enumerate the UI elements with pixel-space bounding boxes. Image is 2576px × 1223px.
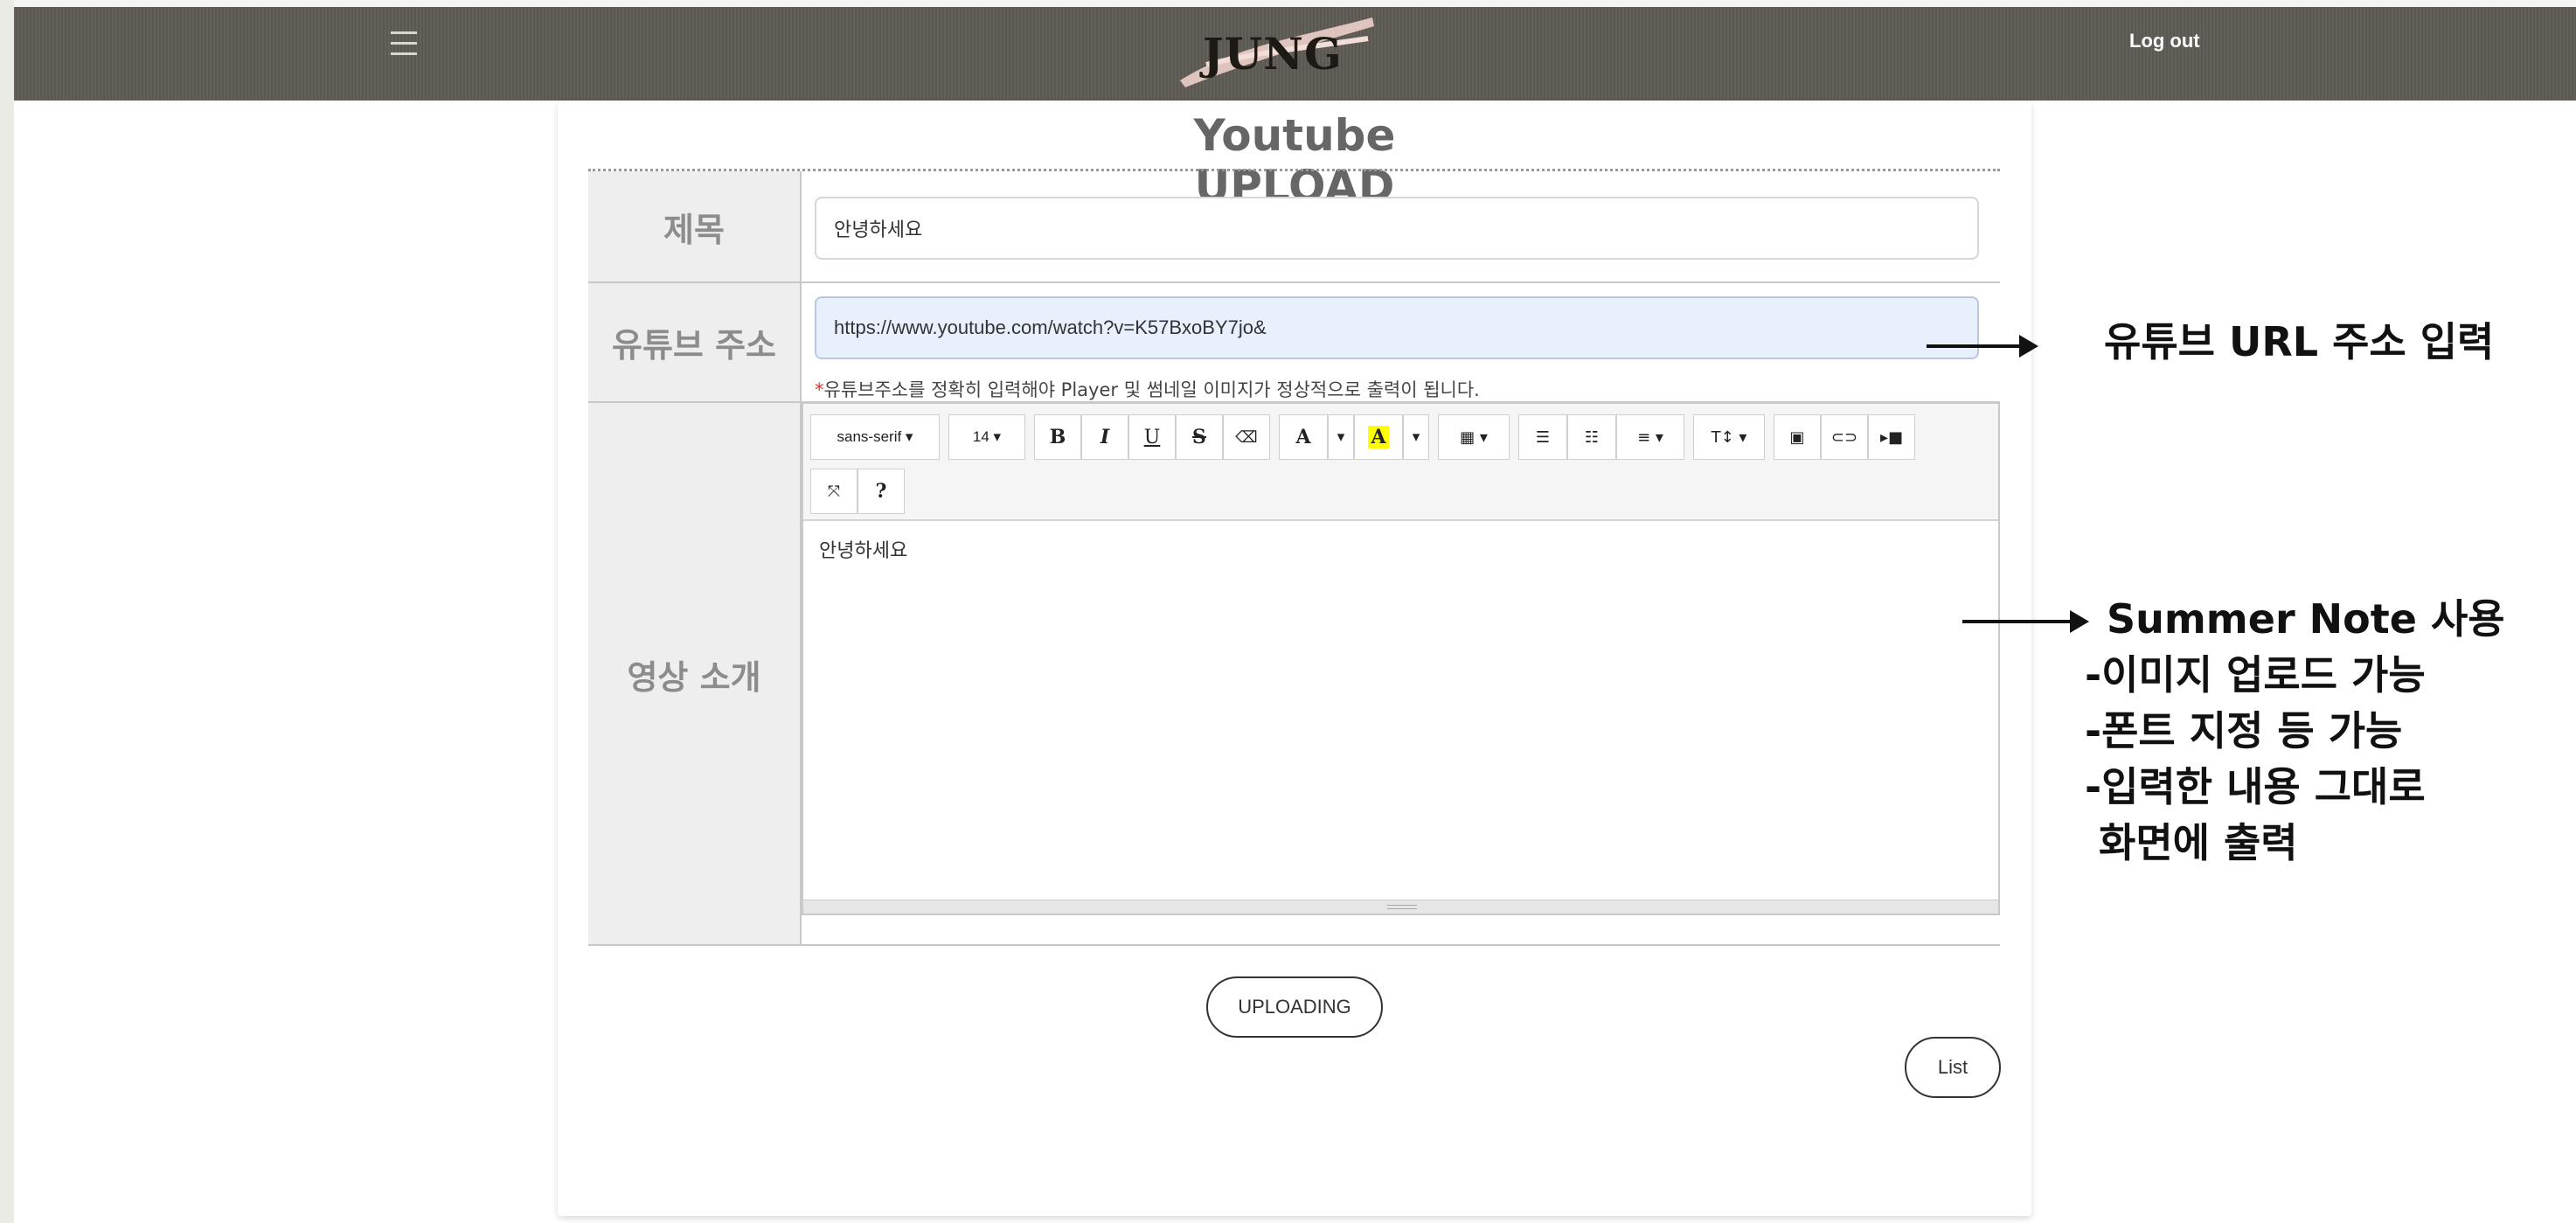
unordered-list-icon[interactable]: ☰ [1518, 414, 1567, 460]
hamburger-menu-icon[interactable] [387, 26, 420, 61]
highlight-button[interactable]: A [1354, 414, 1403, 460]
italic-button[interactable]: I [1081, 414, 1128, 460]
fullscreen-icon[interactable]: ⤧ [810, 469, 858, 514]
youtube-url-input[interactable]: https://www.youtube.com/watch?v=K57BxoBY… [815, 296, 1979, 359]
row-divider [588, 944, 2000, 946]
highlight-glyph: A [1368, 426, 1389, 448]
editor-resize-bar[interactable] [803, 900, 1998, 914]
logo-text: JUNG [1203, 28, 1343, 80]
url-annotation: 유튜브 URL 주소 입력 [2104, 318, 2495, 365]
help-icon[interactable]: ? [858, 469, 905, 514]
arrow-head-icon [2019, 335, 2038, 358]
resize-grip-icon[interactable] [1387, 905, 1417, 909]
editor-annotation-line-1: Summer Note 사용 [2107, 595, 2505, 643]
editor-annotation-line-2: -이미지 업로드 가능 [2085, 651, 2426, 698]
upload-button[interactable]: UPLOADING [1206, 976, 1383, 1038]
font-size-select[interactable]: 14 ▾ [948, 414, 1025, 460]
editor-toolbar: sans-serif ▾ 14 ▾ B I U S ⌫ A ▾ A ▾ ▦ ▾ … [803, 404, 1998, 521]
eraser-icon[interactable]: ⌫ [1223, 414, 1270, 460]
paragraph-align-icon[interactable]: ≡ ▾ [1616, 414, 1684, 460]
strikethrough-button[interactable]: S [1176, 414, 1223, 460]
intro-label: 영상 소개 [588, 403, 800, 945]
editor-annotation-arrow [1962, 620, 2074, 623]
font-family-select[interactable]: sans-serif ▾ [810, 414, 940, 460]
summernote-editor: sans-serif ▾ 14 ▾ B I U S ⌫ A ▾ A ▾ ▦ ▾ … [802, 402, 2000, 915]
url-annotation-arrow [1927, 344, 2023, 348]
editor-annotation-line-4: -입력한 내용 그대로 [2085, 763, 2426, 810]
editor-content[interactable]: 안녕하세요 [819, 535, 907, 563]
font-color-dropdown[interactable]: ▾ [1328, 414, 1354, 460]
title-input[interactable]: 안녕하세요 [815, 197, 1979, 260]
link-icon[interactable]: ⊂⊃ [1821, 414, 1868, 460]
page-left-margin [0, 0, 14, 1223]
picture-icon[interactable]: ▣ [1774, 414, 1821, 460]
arrow-head-icon [2070, 610, 2089, 633]
editor-annotation-line-3: -폰트 지정 등 가능 [2085, 707, 2403, 754]
bold-button[interactable]: B [1034, 414, 1081, 460]
font-color-button[interactable]: A [1279, 414, 1328, 460]
hint-star: * [815, 379, 824, 400]
title-label: 제목 [588, 171, 800, 281]
table-icon[interactable]: ▦ ▾ [1438, 414, 1510, 460]
site-logo[interactable]: JUNG [1171, 12, 1381, 91]
line-height-icon[interactable]: T↕ ▾ [1693, 414, 1765, 460]
list-button[interactable]: List [1905, 1037, 2001, 1098]
video-icon[interactable]: ▸■ [1868, 414, 1915, 460]
highlight-dropdown[interactable]: ▾ [1403, 414, 1429, 460]
logout-link[interactable]: Log out [2129, 30, 2200, 52]
url-label: 유튜브 주소 [588, 283, 800, 401]
url-hint: *유튜브주소를 정확히 입력해야 Player 및 썸네일 이미지가 정상적으로… [815, 376, 1480, 402]
editor-annotation-line-5: 화면에 출력 [2085, 819, 2298, 866]
underline-button[interactable]: U [1128, 414, 1176, 460]
hint-text: 유튜브주소를 정확히 입력해야 Player 및 썸네일 이미지가 정상적으로 … [823, 379, 1480, 400]
ordered-list-icon[interactable]: ☷ [1567, 414, 1616, 460]
browser-top-strip [0, 0, 2576, 7]
